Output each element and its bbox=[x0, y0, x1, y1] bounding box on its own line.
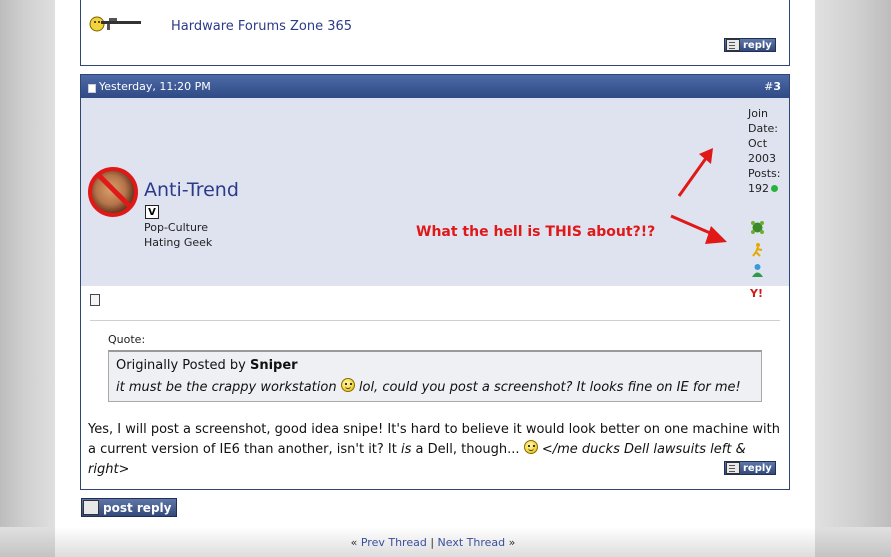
post-icon bbox=[90, 294, 100, 306]
post-number-value: 3 bbox=[773, 80, 781, 93]
next-thread-link[interactable]: Next Thread bbox=[438, 536, 506, 549]
signature-link[interactable]: Hardware Forums Zone 365 bbox=[171, 19, 352, 34]
msn-icon[interactable] bbox=[750, 263, 765, 278]
post-reply-icon bbox=[83, 500, 99, 515]
reply-icon bbox=[726, 39, 740, 51]
quote-text-before: it must be the crappy workstation bbox=[116, 380, 337, 395]
reply-icon bbox=[726, 462, 740, 474]
torn-edge-right bbox=[811, 0, 891, 557]
annotation-arrow-up bbox=[677, 148, 713, 197]
annotation-text: What the hell is THIS about?!? bbox=[416, 224, 656, 240]
join-date-value: Oct 2003 bbox=[748, 137, 776, 165]
reputation-icon[interactable] bbox=[750, 220, 765, 235]
prev-arrow-icon: « bbox=[350, 536, 358, 549]
post-date: Yesterday, 11:20 PM bbox=[99, 80, 211, 93]
reply-label: reply bbox=[743, 462, 772, 474]
quote-author: Sniper bbox=[249, 358, 298, 373]
forum-post: Yesterday, 11:20 PM #3 Anti-Trend V Pop-… bbox=[80, 74, 790, 490]
message-part-2: a Dell, though... bbox=[415, 442, 520, 457]
quote-box: Originally Posted by Sniper it must be t… bbox=[108, 350, 762, 402]
previous-post: Hardware Forums Zone 365 reply bbox=[80, 0, 790, 66]
reply-button[interactable]: reply bbox=[724, 461, 776, 475]
post-reply-label: post reply bbox=[103, 500, 172, 515]
user-badge: V bbox=[145, 205, 159, 219]
online-status-icon bbox=[771, 185, 778, 192]
annotation-arrow-down bbox=[670, 214, 727, 244]
posts-label: Posts: bbox=[748, 167, 781, 180]
reply-button-previous[interactable]: reply bbox=[724, 38, 776, 52]
divider bbox=[90, 320, 780, 321]
prev-thread-link[interactable]: Prev Thread bbox=[361, 536, 427, 549]
user-stats: Join Date: Oct 2003 Posts: 192 bbox=[748, 106, 788, 196]
posts-count: 192 bbox=[748, 182, 769, 195]
reply-label: reply bbox=[743, 39, 772, 51]
aim-icon[interactable] bbox=[750, 242, 765, 257]
next-arrow-icon: » bbox=[508, 536, 516, 549]
user-title: Pop-Culture Hating Geek bbox=[144, 221, 213, 249]
signature-image bbox=[89, 16, 141, 32]
quote-text-after: lol, could you post a screenshot? It loo… bbox=[358, 380, 741, 395]
post-reply-button[interactable]: post reply bbox=[81, 498, 177, 517]
post-header: Yesterday, 11:20 PM #3 bbox=[81, 75, 789, 98]
post-number[interactable]: #3 bbox=[764, 80, 781, 93]
user-info-panel: Anti-Trend V Pop-Culture Hating Geek Wha… bbox=[81, 98, 789, 300]
quote-label: Quote: bbox=[108, 333, 146, 346]
smiley-icon bbox=[340, 378, 355, 392]
thread-navigation: « Prev Thread | Next Thread » bbox=[0, 536, 866, 549]
nav-separator: | bbox=[430, 536, 435, 549]
post-body: Quote: Originally Posted by Sniper it mu… bbox=[81, 286, 789, 489]
post-message: Yes, I will post a screenshot, good idea… bbox=[88, 420, 783, 480]
message-italic: is bbox=[401, 442, 412, 457]
quote-text: it must be the crappy workstation lol, c… bbox=[116, 378, 741, 395]
avatar bbox=[88, 167, 138, 217]
smiley-icon bbox=[523, 440, 538, 454]
quote-originally-posted: Originally Posted by bbox=[116, 358, 246, 373]
post-doc-icon bbox=[88, 84, 96, 93]
torn-edge-left bbox=[0, 0, 60, 557]
username[interactable]: Anti-Trend bbox=[144, 179, 239, 201]
post-number-prefix: # bbox=[764, 80, 774, 93]
join-date-label: Join Date: bbox=[748, 107, 778, 135]
quote-header: Originally Posted by Sniper bbox=[116, 358, 298, 373]
